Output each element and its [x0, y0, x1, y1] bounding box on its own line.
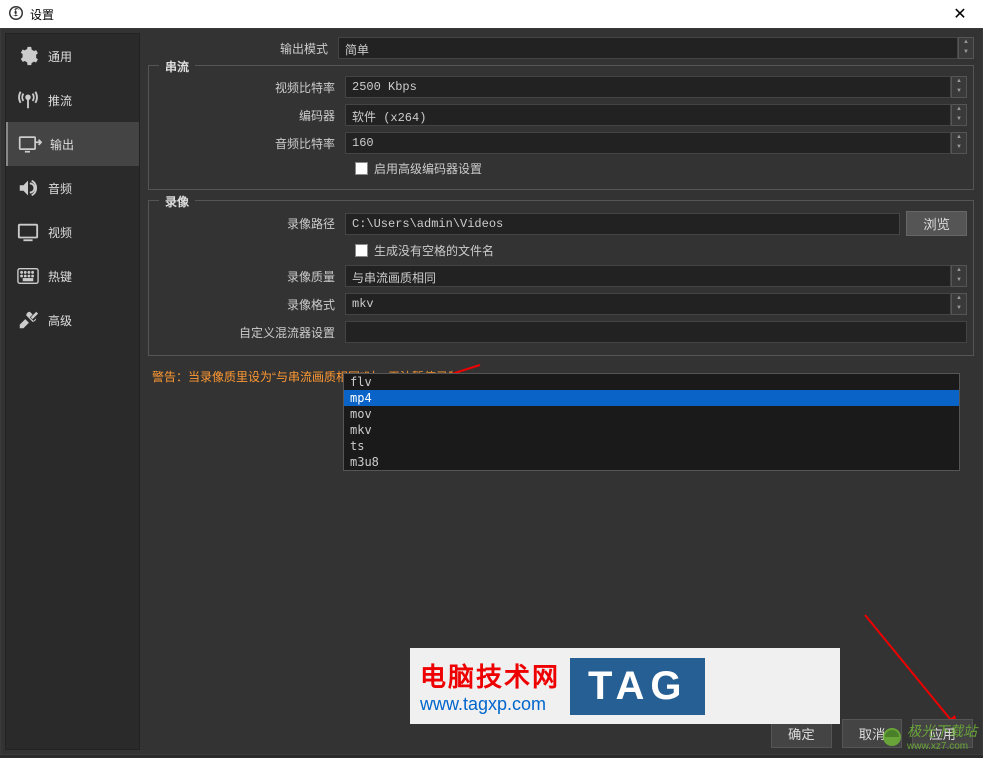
no-space-label: 生成没有空格的文件名: [374, 242, 494, 259]
sidebar-item-video[interactable]: 视频: [6, 210, 139, 254]
dropdown-option-flv[interactable]: flv: [344, 374, 959, 390]
audio-bitrate-select[interactable]: 160: [345, 132, 951, 154]
muxer-label: 自定义混流器设置: [155, 324, 345, 341]
dropdown-option-ts[interactable]: ts: [344, 438, 959, 454]
advanced-encoder-checkbox[interactable]: [355, 162, 368, 175]
sidebar-item-hotkeys[interactable]: 热键: [6, 254, 139, 298]
wm1-title: 电脑技术网: [420, 657, 560, 694]
spinner-icon[interactable]: ▲▼: [951, 265, 967, 287]
sidebar-label: 音频: [48, 180, 72, 197]
sidebar-label: 热键: [48, 268, 72, 285]
sidebar-label: 高级: [48, 312, 72, 329]
record-quality-select[interactable]: 与串流画质相同: [345, 265, 951, 287]
sidebar-label: 输出: [50, 136, 74, 153]
record-fieldset: 录像 录像路径 C:\Users\admin\Videos 浏览 生成没有空格的…: [148, 200, 974, 356]
record-title: 录像: [159, 193, 195, 210]
monitor-icon: [16, 220, 40, 244]
wm2-text: 极光下载站: [907, 721, 977, 741]
titlebar: 设置 ✕: [0, 0, 983, 28]
spinner-icon[interactable]: ▲▼: [951, 104, 967, 126]
record-format-select[interactable]: mkv: [345, 293, 951, 315]
wm1-tag: TAG: [570, 658, 705, 715]
gear-icon: [16, 44, 40, 68]
audio-bitrate-label: 音频比特率: [155, 135, 345, 152]
video-bitrate-input[interactable]: 2500 Kbps: [345, 76, 951, 98]
quality-label: 录像质量: [155, 268, 345, 285]
stream-fieldset: 串流 视频比特率 2500 Kbps▲▼ 编码器 软件 (x264)▲▼ 音频比…: [148, 65, 974, 190]
dropdown-option-mov[interactable]: mov: [344, 406, 959, 422]
output-icon: [18, 132, 42, 156]
advanced-encoder-label: 启用高级编码器设置: [374, 160, 482, 177]
dropdown-option-mp4[interactable]: mp4: [344, 390, 959, 406]
browse-button[interactable]: 浏览: [906, 211, 967, 236]
muxer-input[interactable]: [345, 321, 967, 343]
spinner-icon[interactable]: ▲▼: [951, 76, 967, 98]
sidebar-item-audio[interactable]: 音频: [6, 166, 139, 210]
tools-icon: [16, 308, 40, 332]
video-bitrate-label: 视频比特率: [155, 79, 345, 96]
format-label: 录像格式: [155, 296, 345, 313]
sidebar-item-general[interactable]: 通用: [6, 34, 139, 78]
close-button[interactable]: ✕: [945, 4, 975, 24]
keyboard-icon: [16, 264, 40, 288]
globe-icon: [881, 726, 903, 748]
wm2-url: www.xz7.com: [907, 741, 977, 752]
sidebar: 通用 推流 输出 音频 视频 热键 高级: [5, 33, 140, 750]
sidebar-item-output[interactable]: 输出: [6, 122, 139, 166]
no-space-checkbox[interactable]: [355, 244, 368, 257]
stream-title: 串流: [159, 58, 195, 75]
antenna-icon: [16, 88, 40, 112]
window-title: 设置: [30, 6, 54, 23]
wm1-url: www.tagxp.com: [420, 694, 560, 715]
watermark-2: 极光下载站 www.xz7.com: [881, 721, 977, 752]
record-path-input[interactable]: C:\Users\admin\Videos: [345, 213, 900, 235]
encoder-select[interactable]: 软件 (x264): [345, 104, 951, 126]
watermark-1: 电脑技术网 www.tagxp.com TAG: [410, 648, 840, 724]
sidebar-item-advanced[interactable]: 高级: [6, 298, 139, 342]
path-label: 录像路径: [155, 215, 345, 232]
output-mode-label: 输出模式: [148, 40, 338, 57]
sidebar-label: 视频: [48, 224, 72, 241]
sidebar-item-stream[interactable]: 推流: [6, 78, 139, 122]
speaker-icon: [16, 176, 40, 200]
encoder-label: 编码器: [155, 107, 345, 124]
sidebar-label: 推流: [48, 92, 72, 109]
spinner-icon[interactable]: ▲▼: [951, 293, 967, 315]
spinner-icon[interactable]: ▲▼: [958, 37, 974, 59]
sidebar-label: 通用: [48, 48, 72, 65]
output-mode-select[interactable]: 简单: [338, 37, 958, 59]
obs-icon: [8, 5, 24, 24]
dropdown-option-mkv[interactable]: mkv: [344, 422, 959, 438]
dropdown-option-m3u8[interactable]: m3u8: [344, 454, 959, 470]
spinner-icon[interactable]: ▲▼: [951, 132, 967, 154]
format-dropdown[interactable]: flv mp4 mov mkv ts m3u8: [343, 373, 960, 471]
